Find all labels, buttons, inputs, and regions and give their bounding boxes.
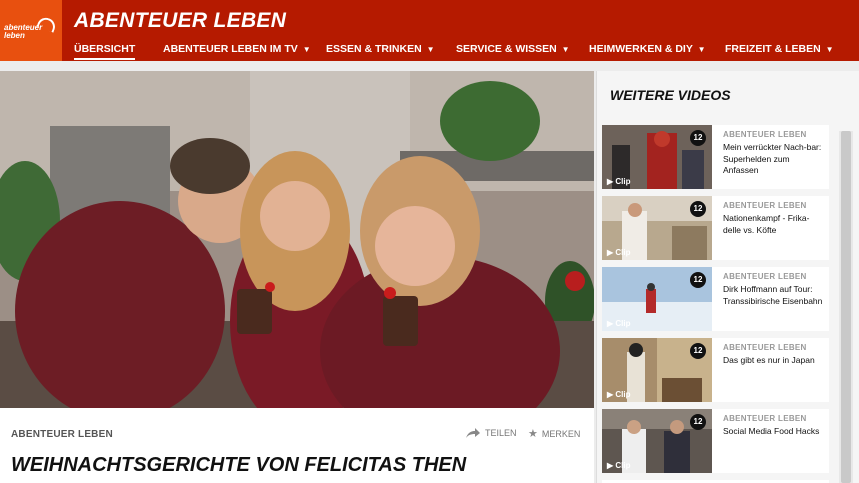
site-header: abenteuer leben ABENTEUER LEBEN ÜBERSICH… xyxy=(0,0,859,61)
card-kicker: ABENTEUER LEBEN xyxy=(723,414,807,423)
article-info: ABENTEUER LEBEN TEILEN ★ MERKEN WEIHNACH… xyxy=(0,408,594,483)
article-kicker[interactable]: ABENTEUER LEBEN xyxy=(11,429,113,440)
sidebar-scrollbar[interactable] xyxy=(839,131,853,483)
card-kicker: ABENTEUER LEBEN xyxy=(723,272,807,281)
site-title[interactable]: ABENTEUER LEBEN xyxy=(74,9,286,33)
more-videos-sidebar: WEITERE VIDEOS 12 ▶ Clip ABENTEUER LEBEN… xyxy=(596,71,859,483)
age-rating-badge: 12 xyxy=(690,414,706,430)
caret-down-icon: ▼ xyxy=(426,45,435,54)
card-title: Mein verrückter Nach-bar: Superhelden zu… xyxy=(723,142,822,175)
nav-item-im-tv[interactable]: ABENTEUER LEBEN IM TV ▼ xyxy=(163,43,311,55)
share-button[interactable]: TEILEN xyxy=(465,427,517,439)
card-title: Dirk Hoffmann auf Tour: Transsibirische … xyxy=(723,284,823,306)
share-arrow-icon xyxy=(466,428,480,438)
save-label: MERKEN xyxy=(541,428,581,439)
nav-item-essen-trinken[interactable]: ESSEN & TRINKEN ▼ xyxy=(326,43,435,55)
video-thumbnail: 12 ▶ Clip xyxy=(602,409,712,473)
card-title: Das gibt es nur in Japan xyxy=(723,355,815,365)
save-button[interactable]: ★ MERKEN xyxy=(528,427,580,440)
nav-item-heimwerken-diy[interactable]: HEIMWERKEN & DIY ▼ xyxy=(589,43,706,55)
video-card[interactable]: 12 ▶ Clip ABENTEUER LEBEN Das gibt es nu… xyxy=(602,338,829,402)
article-headline: WEIHNACHTSGERICHTE VON FELICITAS THEN xyxy=(11,454,467,476)
caret-down-icon: ▼ xyxy=(697,45,706,54)
hero-photo xyxy=(0,71,594,408)
nav-label: ABENTEUER LEBEN IM TV xyxy=(163,43,298,55)
clip-label: ▶ Clip xyxy=(607,248,631,257)
nav-item-freizeit-leben[interactable]: FREIZEIT & LEBEN ▼ xyxy=(725,43,834,55)
video-thumbnail: 12 ▶ Clip xyxy=(602,267,712,331)
nav-item-uebersicht[interactable]: ÜBERSICHT xyxy=(74,43,136,60)
video-thumbnail: 12 ▶ Clip xyxy=(602,125,712,189)
site-logo[interactable]: abenteuer leben xyxy=(0,0,62,61)
clip-label: ▶ Clip xyxy=(607,319,631,328)
logo-text: abenteuer leben xyxy=(4,23,43,40)
card-title: Nationenkampf - Frika-delle vs. Köfte xyxy=(723,213,810,235)
caret-down-icon: ▼ xyxy=(825,45,834,54)
clip-label: ▶ Clip xyxy=(607,461,631,470)
video-card[interactable]: 12 ▶ Clip ABENTEUER LEBEN Nationenkampf … xyxy=(602,196,829,260)
hero-video-image[interactable] xyxy=(0,71,594,408)
video-card[interactable]: 12 ▶ Clip ABENTEUER LEBEN Dirk Hoffmann … xyxy=(602,267,829,331)
caret-down-icon: ▼ xyxy=(302,45,311,54)
age-rating-badge: 12 xyxy=(690,201,706,217)
card-title: Social Media Food Hacks xyxy=(723,426,820,436)
card-kicker: ABENTEUER LEBEN xyxy=(723,201,807,210)
nav-label: ÜBERSICHT xyxy=(74,43,136,55)
nav-label: SERVICE & WISSEN xyxy=(456,43,557,55)
card-kicker: ABENTEUER LEBEN xyxy=(723,130,807,139)
age-rating-badge: 12 xyxy=(690,343,706,359)
video-card[interactable]: 12 ▶ Clip ABENTEUER LEBEN Mein verrückte… xyxy=(602,125,829,189)
card-kicker: ABENTEUER LEBEN xyxy=(723,343,807,352)
sidebar-title: WEITERE VIDEOS xyxy=(610,87,731,103)
scrollbar-thumb[interactable] xyxy=(841,131,851,483)
age-rating-badge: 12 xyxy=(690,272,706,288)
star-icon: ★ xyxy=(528,428,538,440)
nav-label: HEIMWERKEN & DIY xyxy=(589,43,693,55)
age-rating-badge: 12 xyxy=(690,130,706,146)
video-card[interactable]: 12 ▶ Clip ABENTEUER LEBEN Social Media F… xyxy=(602,409,829,473)
nav-label: FREIZEIT & LEBEN xyxy=(725,43,821,55)
nav-label: ESSEN & TRINKEN xyxy=(326,43,422,55)
video-thumbnail: 12 ▶ Clip xyxy=(602,196,712,260)
clip-label: ▶ Clip xyxy=(607,390,631,399)
caret-down-icon: ▼ xyxy=(561,45,570,54)
video-thumbnail: 12 ▶ Clip xyxy=(602,338,712,402)
share-label: TEILEN xyxy=(485,428,517,438)
nav-item-service-wissen[interactable]: SERVICE & WISSEN ▼ xyxy=(456,43,570,55)
clip-label: ▶ Clip xyxy=(607,177,631,186)
